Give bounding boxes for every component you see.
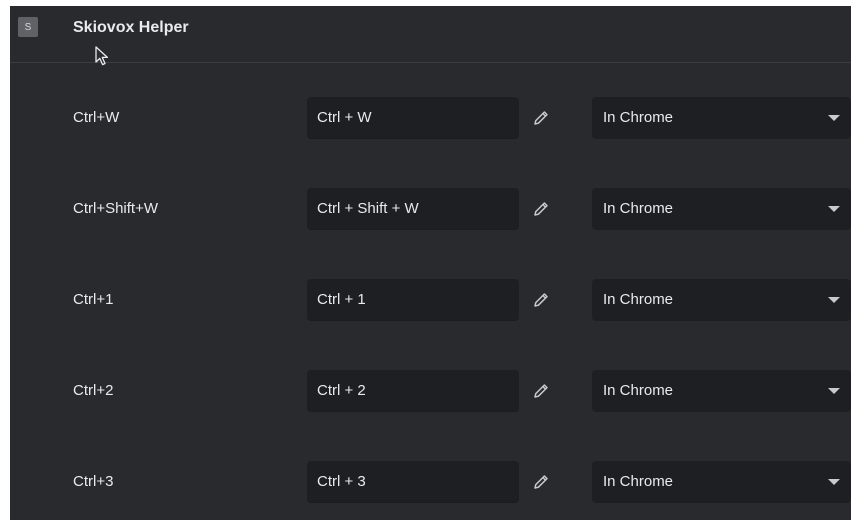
extension-header: S Skiovox Helper	[10, 6, 851, 63]
shortcut-row: Ctrl+2 Ctrl + 2 In Chrome	[10, 370, 851, 412]
scope-select[interactable]: In Chrome	[592, 188, 851, 230]
shortcut-row: Ctrl+Shift+W Ctrl + Shift + W In Chrome	[10, 188, 851, 230]
shortcut-input[interactable]: Ctrl + 3	[307, 461, 519, 503]
scope-select-value: In Chrome	[603, 109, 674, 126]
command-label: Ctrl+1	[73, 291, 114, 308]
shortcut-input[interactable]: Ctrl + W	[307, 97, 519, 139]
caret-down-icon	[828, 297, 840, 303]
extension-icon-letter: S	[24, 21, 32, 33]
pencil-icon[interactable]	[531, 472, 551, 492]
pencil-icon[interactable]	[531, 108, 551, 128]
caret-down-icon	[828, 479, 840, 485]
command-label: Ctrl+W	[73, 109, 120, 126]
scope-select[interactable]: In Chrome	[592, 370, 851, 412]
scope-select-value: In Chrome	[603, 200, 674, 217]
scope-select-value: In Chrome	[603, 473, 674, 490]
shortcut-row: Ctrl+1 Ctrl + 1 In Chrome	[10, 279, 851, 321]
scope-select[interactable]: In Chrome	[592, 279, 851, 321]
caret-down-icon	[828, 206, 840, 212]
extension-icon: S	[18, 17, 38, 37]
shortcut-row: Ctrl+W Ctrl + W In Chrome	[10, 97, 851, 139]
pencil-icon[interactable]	[531, 199, 551, 219]
caret-down-icon	[828, 388, 840, 394]
shortcut-input[interactable]: Ctrl + 2	[307, 370, 519, 412]
command-label: Ctrl+2	[73, 382, 114, 399]
extension-shortcuts-panel: S Skiovox Helper Ctrl+W Ctrl + W In Chro…	[10, 6, 851, 520]
caret-down-icon	[828, 115, 840, 121]
scope-select-value: In Chrome	[603, 382, 674, 399]
command-label: Ctrl+Shift+W	[73, 200, 159, 217]
shortcut-input[interactable]: Ctrl + 1	[307, 279, 519, 321]
mouse-cursor-icon	[95, 46, 109, 66]
extension-name: Skiovox Helper	[73, 19, 189, 36]
pencil-icon[interactable]	[531, 290, 551, 310]
shortcut-row: Ctrl+3 Ctrl + 3 In Chrome	[10, 461, 851, 503]
command-label: Ctrl+3	[73, 473, 114, 490]
shortcut-input[interactable]: Ctrl + Shift + W	[307, 188, 519, 230]
scope-select[interactable]: In Chrome	[592, 461, 851, 503]
pencil-icon[interactable]	[531, 381, 551, 401]
scope-select-value: In Chrome	[603, 291, 674, 308]
scope-select[interactable]: In Chrome	[592, 97, 851, 139]
